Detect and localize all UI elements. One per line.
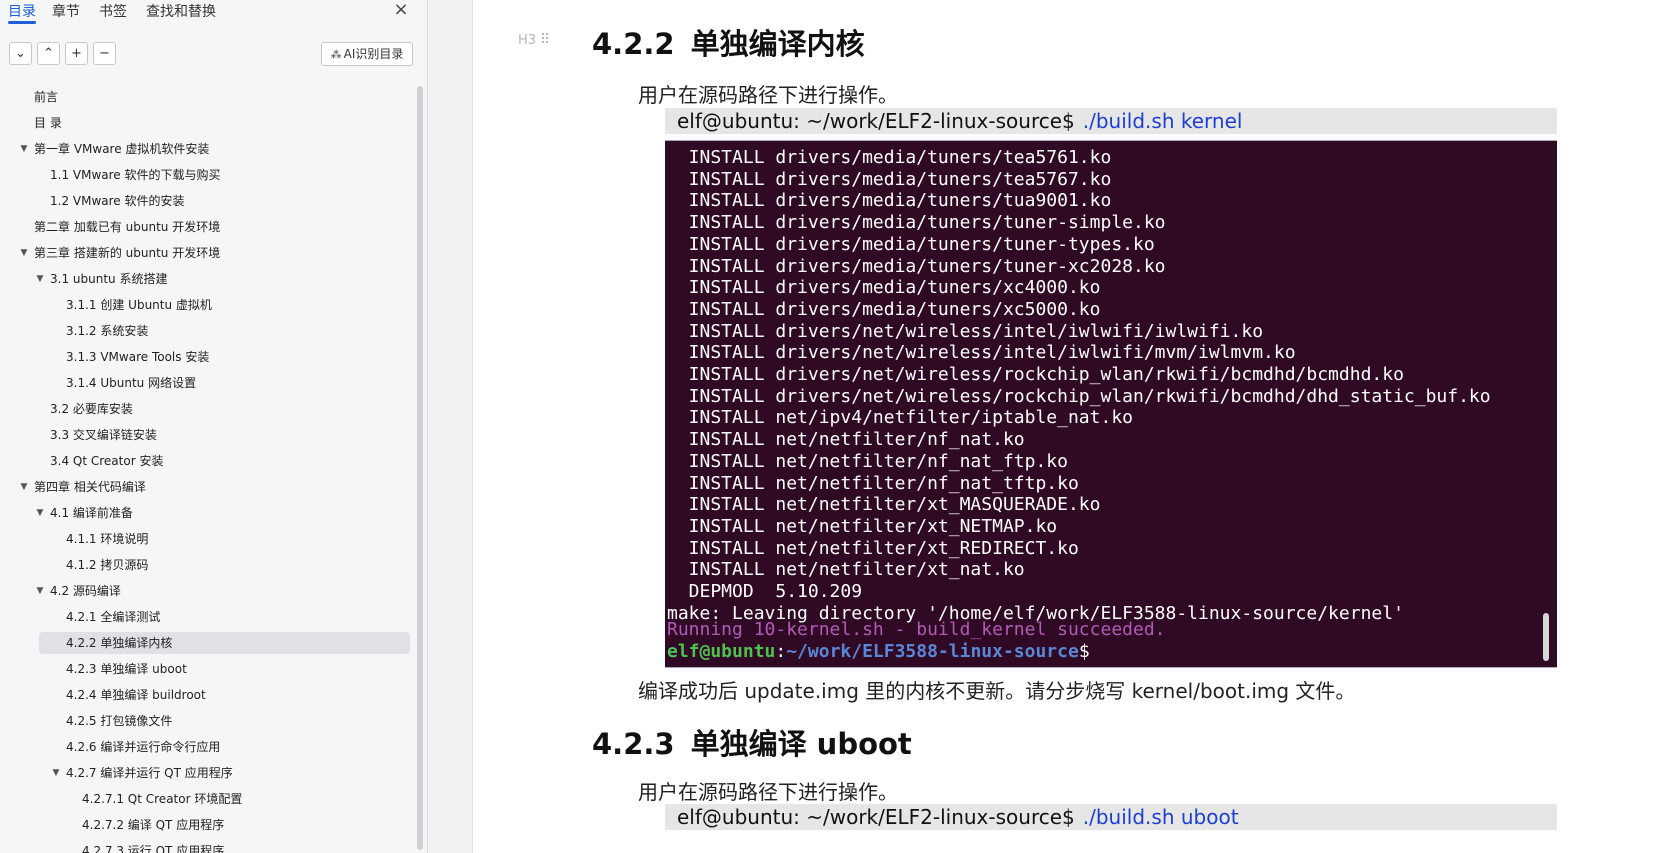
expanded-arrow-icon[interactable]: ▼: [18, 138, 30, 160]
toc-item[interactable]: ▼ 4.2.7 编译并运行 QT 应用程序: [50, 762, 410, 784]
sidebar-tabs: 目录 章节 书签 查找和替换 ×: [0, 0, 427, 26]
terminal-line: DEPMOD 5.10.209: [667, 581, 863, 602]
remove-heading-button[interactable]: −: [93, 42, 116, 65]
ai-icon: ⁂: [330, 48, 342, 61]
terminal-line: INSTALL drivers/media/tuners/tea5767.ko: [667, 168, 1112, 190]
paragraph: 编译成功后 update.img 里的内核不更新。请分步烧写 kernel/bo…: [638, 679, 1356, 703]
toc-item[interactable]: 目 录: [18, 112, 410, 134]
terminal-line: INSTALL net/netfilter/xt_REDIRECT.ko: [667, 537, 1079, 559]
expand-all-button[interactable]: ⌃: [37, 42, 60, 65]
tab-find-replace[interactable]: 查找和替换: [146, 1, 216, 21]
terminal-line: INSTALL net/ipv4/netfilter/iptable_nat.k…: [667, 407, 1133, 429]
toc-item[interactable]: ▼ 4.1 编译前准备: [34, 502, 410, 524]
terminal-line: INSTALL net/netfilter/nf_nat_tftp.ko: [667, 472, 1079, 494]
expanded-arrow-icon[interactable]: ▼: [34, 268, 46, 290]
toc-item[interactable]: ▼ 第一章 VMware 虚拟机软件安装: [18, 138, 410, 160]
toc-item[interactable]: 4.2.7.1 Qt Creator 环境配置: [66, 788, 410, 810]
command-line: elf@ubuntu: ~/work/ELF2-linux-source$ ./b…: [665, 804, 1557, 830]
paragraph: 用户在源码路径下进行操作。: [638, 780, 898, 804]
toc-item[interactable]: 4.2.7.2 编译 QT 应用程序: [66, 814, 410, 836]
terminal-line: INSTALL drivers/net/wireless/intel/iwlwi…: [667, 342, 1296, 364]
terminal-line: INSTALL drivers/media/tuners/xc4000.ko: [667, 277, 1101, 299]
terminal-line: INSTALL net/netfilter/nf_nat.ko: [667, 429, 1025, 451]
toc-tree: 前言 目 录 ▼ 第一章 VMware 虚拟机软件安装 1.1 VMware 软件…: [0, 82, 416, 853]
expanded-arrow-icon[interactable]: ▼: [50, 762, 62, 784]
toc-item[interactable]: 1.1 VMware 软件的下载与购买: [34, 164, 410, 186]
terminal-line: INSTALL drivers/media/tuners/tuner-simpl…: [667, 212, 1166, 234]
toc-item[interactable]: ▼ 第三章 搭建新的 ubuntu 开发环境: [18, 242, 410, 264]
toc-item[interactable]: 1.2 VMware 软件的安装: [34, 190, 410, 212]
heading-level-marker[interactable]: H3 ⠿: [518, 32, 550, 48]
toc-item[interactable]: 4.2.4 单独编译 buildroot: [50, 684, 410, 706]
terminal-line: INSTALL drivers/media/tuners/tuner-xc202…: [667, 255, 1166, 277]
section-heading: 4.2.3 单独编译 uboot: [592, 727, 912, 761]
toc-item[interactable]: 3.1.3 VMware Tools 安装: [50, 346, 410, 368]
toc-item-selected[interactable]: 4.2.2 单独编译内核: [39, 632, 410, 654]
toc-item[interactable]: 前言: [18, 86, 410, 108]
terminal-line: INSTALL drivers/media/tuners/xc5000.ko: [667, 298, 1101, 320]
collapse-all-button[interactable]: ⌄: [9, 42, 32, 65]
toc-item[interactable]: 4.1.2 拷贝源码: [50, 554, 410, 576]
terminal-line: INSTALL drivers/net/wireless/rockchip_wl…: [667, 364, 1404, 385]
toc-item[interactable]: 4.2.5 打包镜像文件: [50, 710, 410, 732]
drag-handle-icon[interactable]: ⠿: [540, 32, 550, 48]
terminal-prompt: elf@ubuntu:~/work/ELF3588-linux-source$: [667, 641, 1090, 662]
toc-item[interactable]: 4.2.3 单独编译 uboot: [50, 658, 410, 680]
app-window: 目录 章节 书签 查找和替换 × ⌄ ⌃ + − ⁂ AI识别目录 前言 目 录 …: [0, 0, 1678, 853]
terminal-line: INSTALL drivers/media/tuners/tuner-types…: [667, 233, 1155, 255]
terminal-line: INSTALL drivers/media/tuners/tua9001.ko: [667, 190, 1112, 212]
toc-scrollbar-thumb[interactable]: [417, 86, 423, 850]
ai-recognize-toc-button[interactable]: ⁂ AI识别目录: [321, 42, 413, 66]
terminal-line: INSTALL drivers/net/wireless/rockchip_wl…: [667, 385, 1491, 407]
expanded-arrow-icon[interactable]: ▼: [34, 502, 46, 524]
toc-item[interactable]: 3.1.1 创建 Ubuntu 虚拟机: [50, 294, 410, 316]
terminal-line: INSTALL net/netfilter/xt_nat.ko: [667, 559, 1025, 581]
ai-button-label: AI识别目录: [343, 47, 404, 61]
close-icon[interactable]: ×: [392, 0, 410, 20]
paragraph: 用户在源码路径下进行操作。: [638, 83, 898, 107]
tab-bookmarks[interactable]: 书签: [99, 1, 127, 21]
terminal-line: INSTALL net/netfilter/xt_MASQUERADE.ko: [667, 494, 1101, 516]
toc-item[interactable]: ▼ 第四章 相关代码编译: [18, 476, 410, 498]
terminal-line: INSTALL net/netfilter/xt_NETMAP.ko: [667, 515, 1058, 537]
expanded-arrow-icon[interactable]: ▼: [34, 580, 46, 602]
toc-item[interactable]: ▼ 3.1 ubuntu 系统搭建: [34, 268, 410, 290]
active-tab-indicator: [8, 21, 36, 24]
terminal-line: INSTALL net/netfilter/nf_nat_ftp.ko: [667, 450, 1068, 472]
expanded-arrow-icon[interactable]: ▼: [18, 242, 30, 264]
toc-item[interactable]: 3.4 Qt Creator 安装: [34, 450, 410, 472]
add-heading-button[interactable]: +: [65, 42, 88, 65]
toc-item[interactable]: 第二章 加载已有 ubuntu 开发环境: [18, 216, 410, 238]
terminal-screenshot: INSTALL drivers/media/tuners/tea5761.ko …: [665, 140, 1557, 668]
outline-sidebar: 目录 章节 书签 查找和替换 × ⌄ ⌃ + − ⁂ AI识别目录 前言 目 录 …: [0, 0, 428, 853]
terminal-line: INSTALL drivers/media/tuners/tea5761.ko: [667, 147, 1112, 168]
terminal-line: Running 10-kernel.sh - build_kernel succ…: [667, 619, 1166, 640]
toc-item[interactable]: 4.2.1 全编译测试: [50, 606, 410, 628]
toc-item[interactable]: 3.3 交叉编译链安装: [34, 424, 410, 446]
terminal-scrollbar: [1543, 613, 1549, 661]
terminal-line: INSTALL drivers/net/wireless/intel/iwlwi…: [667, 320, 1264, 342]
toc-item[interactable]: 3.1.2 系统安装: [50, 320, 410, 342]
tab-toc[interactable]: 目录: [8, 1, 36, 21]
toc-item[interactable]: ▼ 4.2 源码编译: [34, 580, 410, 602]
tab-chapters[interactable]: 章节: [52, 1, 80, 21]
toc-item[interactable]: 4.1.1 环境说明: [50, 528, 410, 550]
expanded-arrow-icon[interactable]: ▼: [18, 476, 30, 498]
toc-item[interactable]: 3.2 必要库安装: [34, 398, 410, 420]
section-heading: 4.2.2 单独编译内核: [592, 27, 865, 61]
toc-item[interactable]: 4.2.6 编译并运行命令行应用: [50, 736, 410, 758]
toc-item[interactable]: 4.2.7.3 运行 QT 应用程序: [66, 840, 410, 853]
toc-item[interactable]: 3.1.4 Ubuntu 网络设置: [50, 372, 410, 394]
toc-toolbar: ⌄ ⌃ + − ⁂ AI识别目录: [0, 42, 427, 68]
command-line: elf@ubuntu: ~/work/ELF2-linux-source$ ./b…: [665, 108, 1557, 134]
